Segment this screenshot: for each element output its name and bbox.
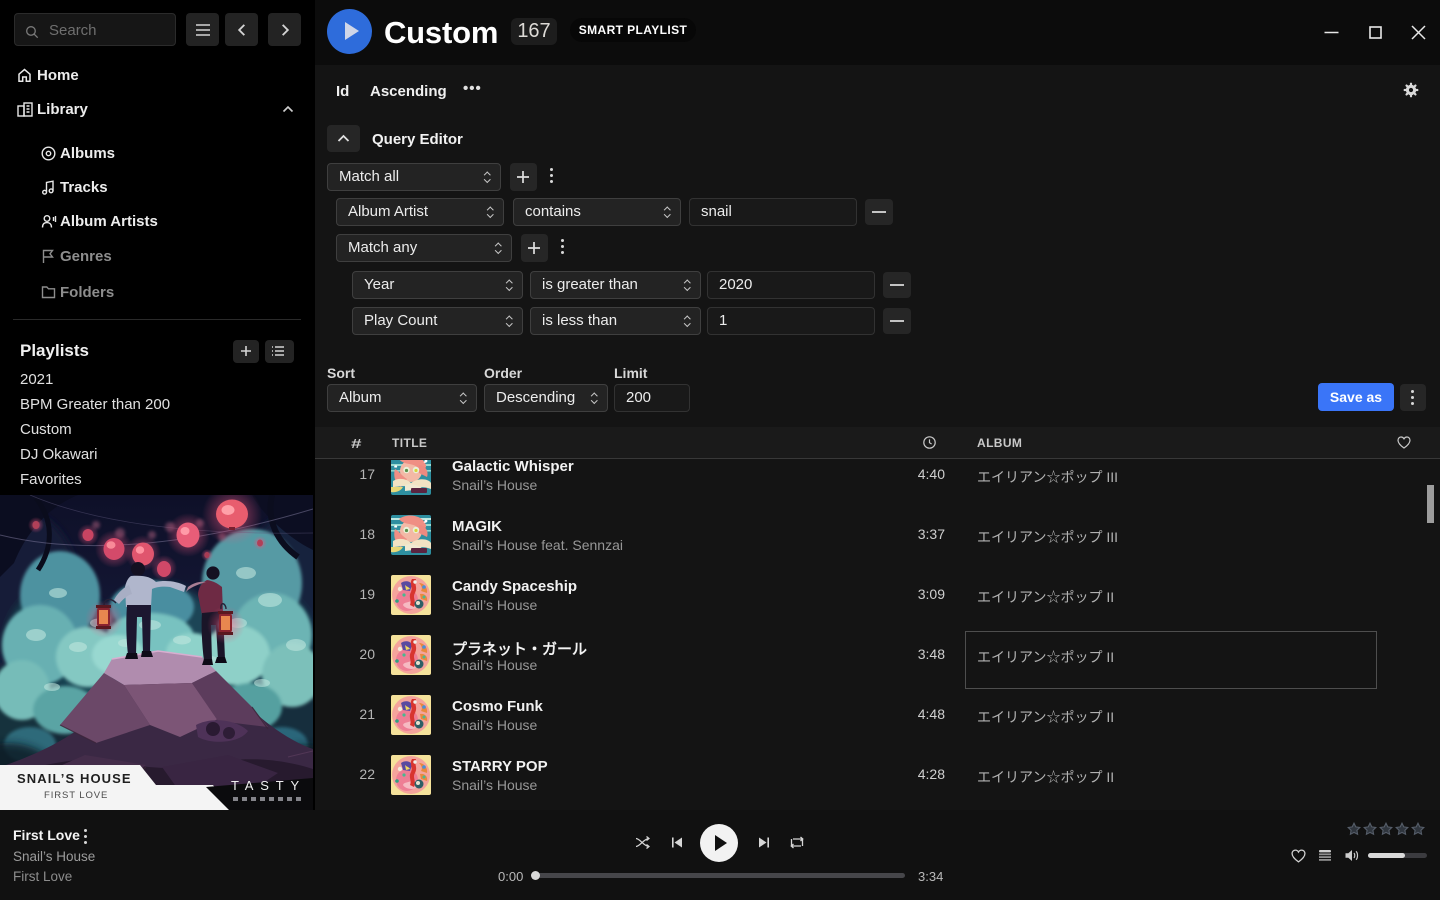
svg-text:SNAIL’S HOUSE: SNAIL’S HOUSE (17, 771, 132, 786)
svg-text:TASTY: TASTY (231, 778, 306, 793)
svg-text:FIRST LOVE: FIRST LOVE (44, 790, 108, 801)
